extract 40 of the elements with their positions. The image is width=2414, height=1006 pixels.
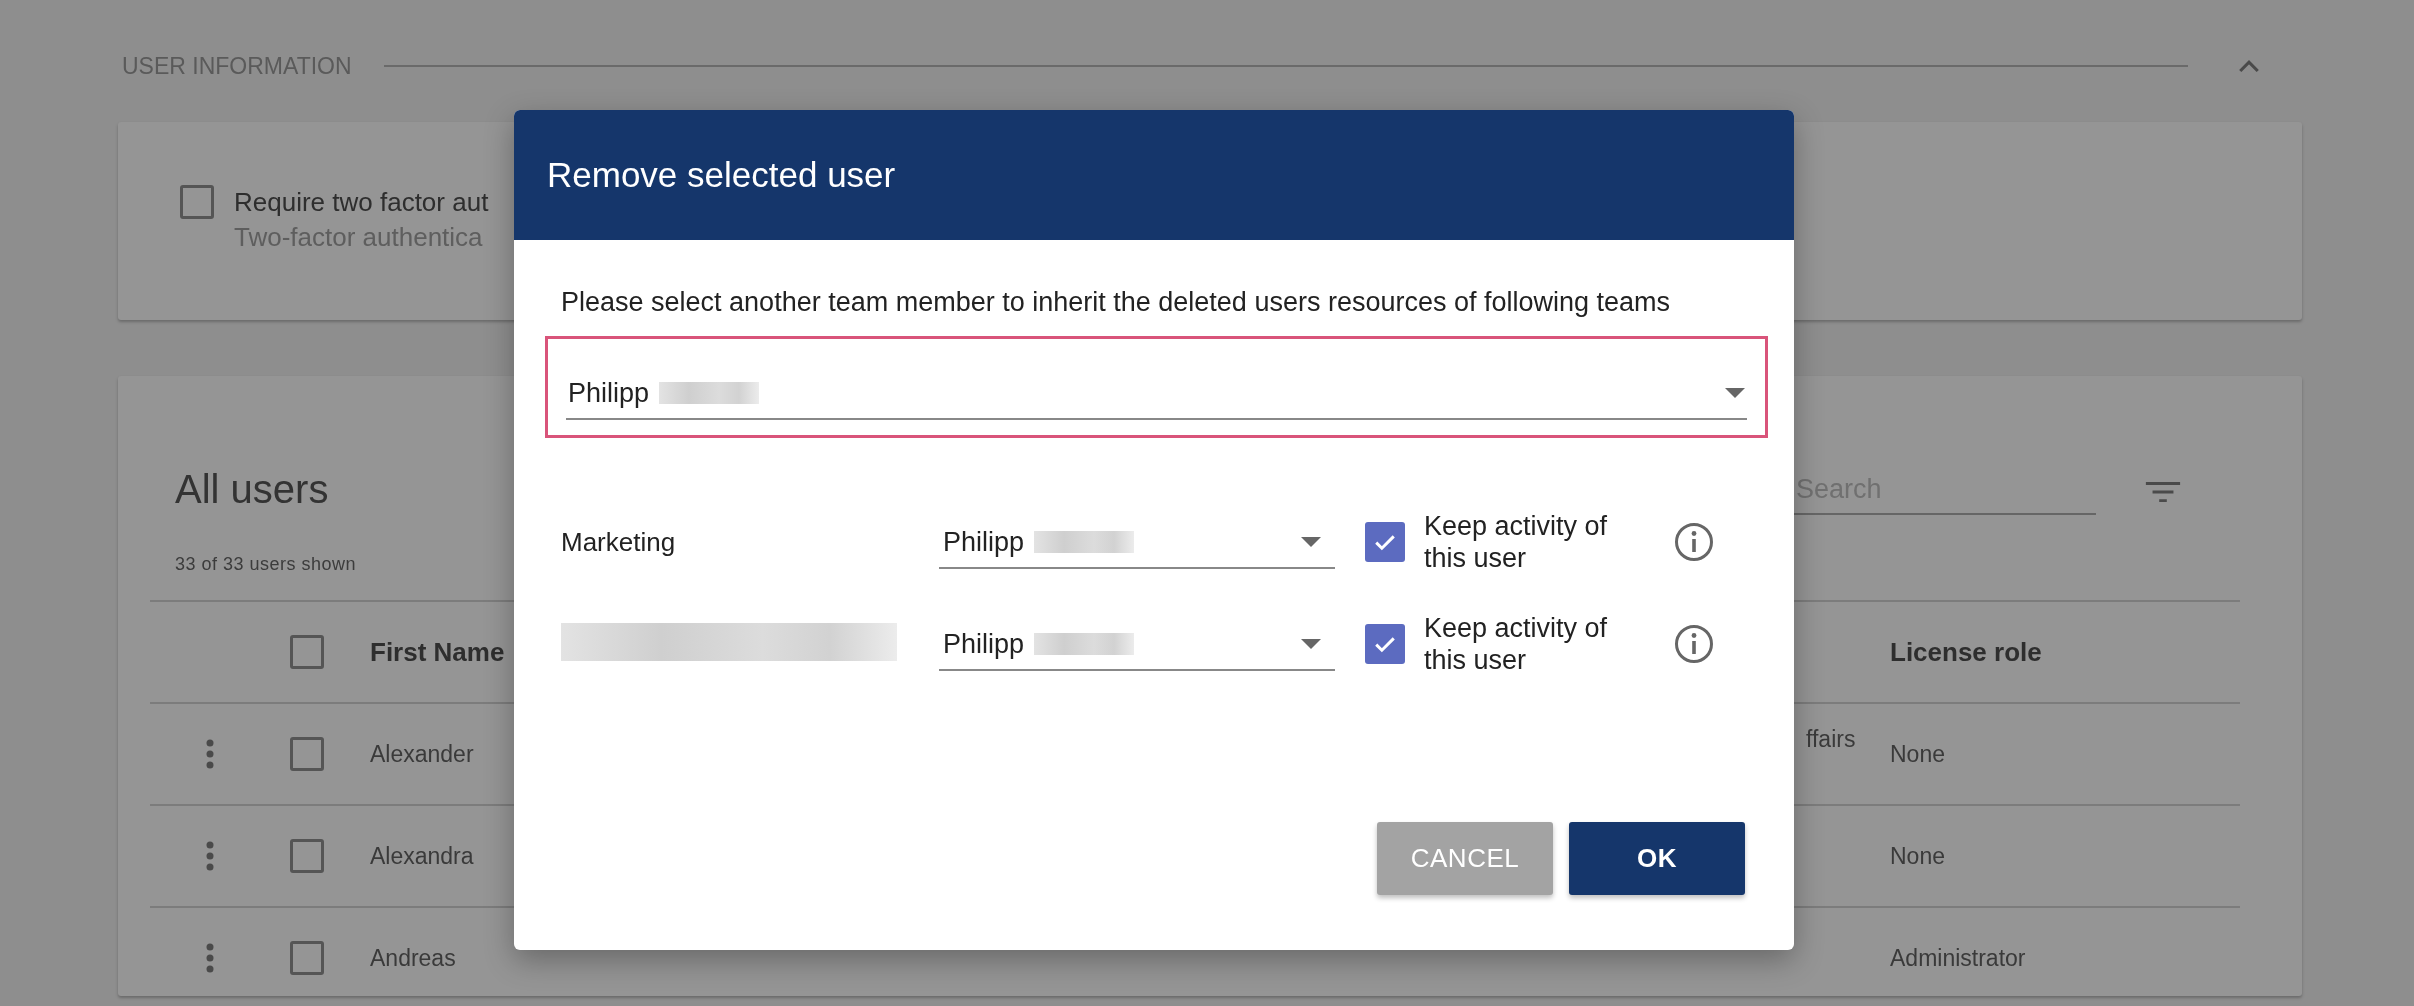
select-value: Philipp	[943, 628, 1025, 660]
user-count: 33 of 33 users shown	[175, 554, 357, 575]
table-cell-text: None	[1890, 842, 1946, 870]
checkbox[interactable]	[290, 737, 324, 771]
dropdown-icon[interactable]	[1725, 388, 1745, 398]
more-icon[interactable]	[206, 841, 214, 871]
checkbox[interactable]	[1365, 522, 1405, 562]
dialog-message: Please select another team member to inherit the deleted users resources of following teams	[561, 286, 1672, 318]
ok-button[interactable]: OK	[1569, 822, 1745, 895]
dropdown-icon[interactable]	[1301, 639, 1321, 649]
table-cell-text: Administrator	[1890, 944, 2027, 972]
select-field[interactable]: Philipp	[939, 515, 1335, 569]
column-header: First Name	[370, 636, 506, 668]
checkbox[interactable]	[290, 941, 324, 975]
dialog-title: Remove selected user	[547, 155, 896, 195]
column-header: License role	[1890, 636, 2043, 668]
select-field[interactable]: Philipp	[939, 617, 1335, 671]
select-value: Philipp	[943, 526, 1025, 558]
team-name: Marketing	[561, 526, 676, 557]
checkbox-label: Keep activity of this user	[1424, 510, 1609, 574]
card-title: All users	[175, 466, 329, 513]
checkbox-label: Require two factor aut	[234, 186, 489, 219]
table-cell-text: Alexander	[370, 740, 475, 768]
checkbox[interactable]	[180, 185, 214, 219]
checkbox[interactable]	[290, 635, 324, 669]
table-cell-text: Alexandra	[370, 842, 475, 870]
select-field[interactable]: Philipp	[545, 336, 1768, 438]
table-cell-text: Andreas	[370, 944, 457, 972]
table-cell-text: None	[1890, 740, 1946, 768]
dropdown-icon[interactable]	[1301, 537, 1321, 547]
more-icon[interactable]	[206, 739, 214, 769]
filter-icon[interactable]	[2144, 480, 2182, 504]
info-icon[interactable]	[1674, 624, 1714, 664]
table-cell: ffairs	[1806, 726, 1856, 752]
checkbox[interactable]	[1365, 624, 1405, 664]
info-icon[interactable]	[1674, 522, 1714, 562]
more-icon[interactable]	[206, 943, 214, 973]
select-value: Philipp	[568, 377, 650, 409]
checkbox[interactable]	[290, 839, 324, 873]
checkbox-label: Keep activity of this user	[1424, 612, 1609, 676]
